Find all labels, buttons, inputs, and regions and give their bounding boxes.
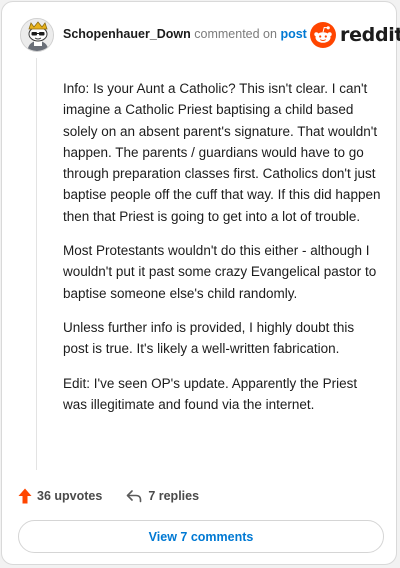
comment-body: Info: Is your Aunt a Catholic? This isn'… [63,78,381,428]
comment-card: Schopenhauer_Down commented on post redd… [1,1,400,565]
username[interactable]: Schopenhauer_Down [63,27,191,41]
reddit-snoo-icon [310,22,336,48]
comment-header: Schopenhauer_Down commented on post redd… [2,2,400,68]
replies-button[interactable]: 7 replies [126,489,199,503]
commented-on-text: commented on [194,27,277,41]
brand-wordmark: reddit [340,24,400,46]
comment-meta: Schopenhauer_Down commented on post [63,27,307,41]
comment-paragraph: Edit: I've seen OP's update. Apparently … [63,375,358,412]
avatar[interactable] [20,18,54,52]
upvote-arrow-icon [18,488,32,504]
upvote-button[interactable]: 36 upvotes [18,488,102,504]
reply-arrow-icon [127,490,142,503]
comment-paragraph: Most Protestants wouldn't do this either… [63,243,377,301]
comment-actions: 36 upvotes 7 replies [18,485,199,507]
comment-paragraph: Info: Is your Aunt a Catholic? This isn'… [63,81,381,224]
post-link[interactable]: post [280,27,306,41]
thread-line [36,58,37,470]
upvote-count: 36 upvotes [37,489,103,503]
snoo-avatar-icon [21,19,53,51]
comment-paragraph: Unless further info is provided, I highl… [63,319,355,357]
replies-count: 7 replies [148,489,200,503]
reddit-logo[interactable]: reddit [310,21,400,49]
view-comments-button[interactable]: View 7 comments [18,520,384,553]
